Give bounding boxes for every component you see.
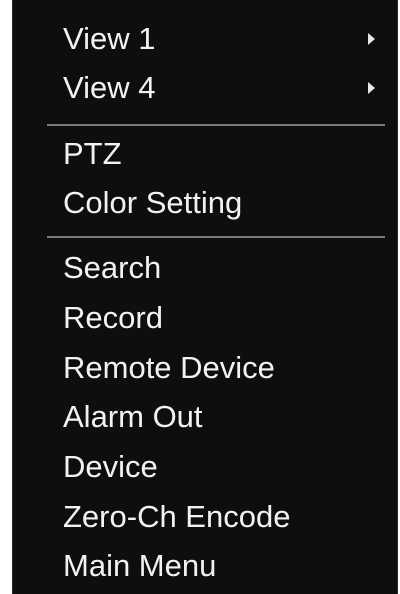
menu-item-label: View 1	[63, 21, 156, 56]
menu-item-search[interactable]: Search	[13, 243, 397, 293]
menu-item-device[interactable]: Device	[13, 442, 397, 492]
menu-item-main-menu[interactable]: Main Menu	[13, 541, 397, 591]
menu-item-label: Main Menu	[63, 548, 217, 583]
menu-item-label: Search	[63, 250, 162, 285]
submenu-arrow-icon	[368, 82, 375, 94]
menu-item-view-4[interactable]: View 4	[13, 63, 397, 113]
menu-item-ptz[interactable]: PTZ	[13, 129, 397, 179]
menu-item-label: Record	[63, 300, 163, 335]
menu-item-label: Color Setting	[63, 185, 243, 220]
menu-item-label: Remote Device	[63, 350, 275, 385]
context-menu: View 1 View 4 PTZ Color Setting Search R…	[12, 0, 398, 594]
menu-item-remote-device[interactable]: Remote Device	[13, 343, 397, 393]
menu-item-view-1[interactable]: View 1	[13, 14, 397, 64]
menu-item-alarm-out[interactable]: Alarm Out	[13, 392, 397, 442]
menu-item-record[interactable]: Record	[13, 293, 397, 343]
menu-item-zero-ch-encode[interactable]: Zero-Ch Encode	[13, 492, 397, 542]
menu-item-label: View 4	[63, 70, 156, 105]
menu-separator	[47, 124, 385, 126]
menu-item-color-setting[interactable]: Color Setting	[13, 178, 397, 228]
submenu-arrow-icon	[368, 33, 375, 45]
menu-item-label: Alarm Out	[63, 399, 203, 434]
menu-item-label: Device	[63, 449, 158, 484]
menu-item-label: PTZ	[63, 136, 122, 171]
menu-item-label: Zero-Ch Encode	[63, 499, 291, 534]
menu-separator	[47, 236, 385, 238]
